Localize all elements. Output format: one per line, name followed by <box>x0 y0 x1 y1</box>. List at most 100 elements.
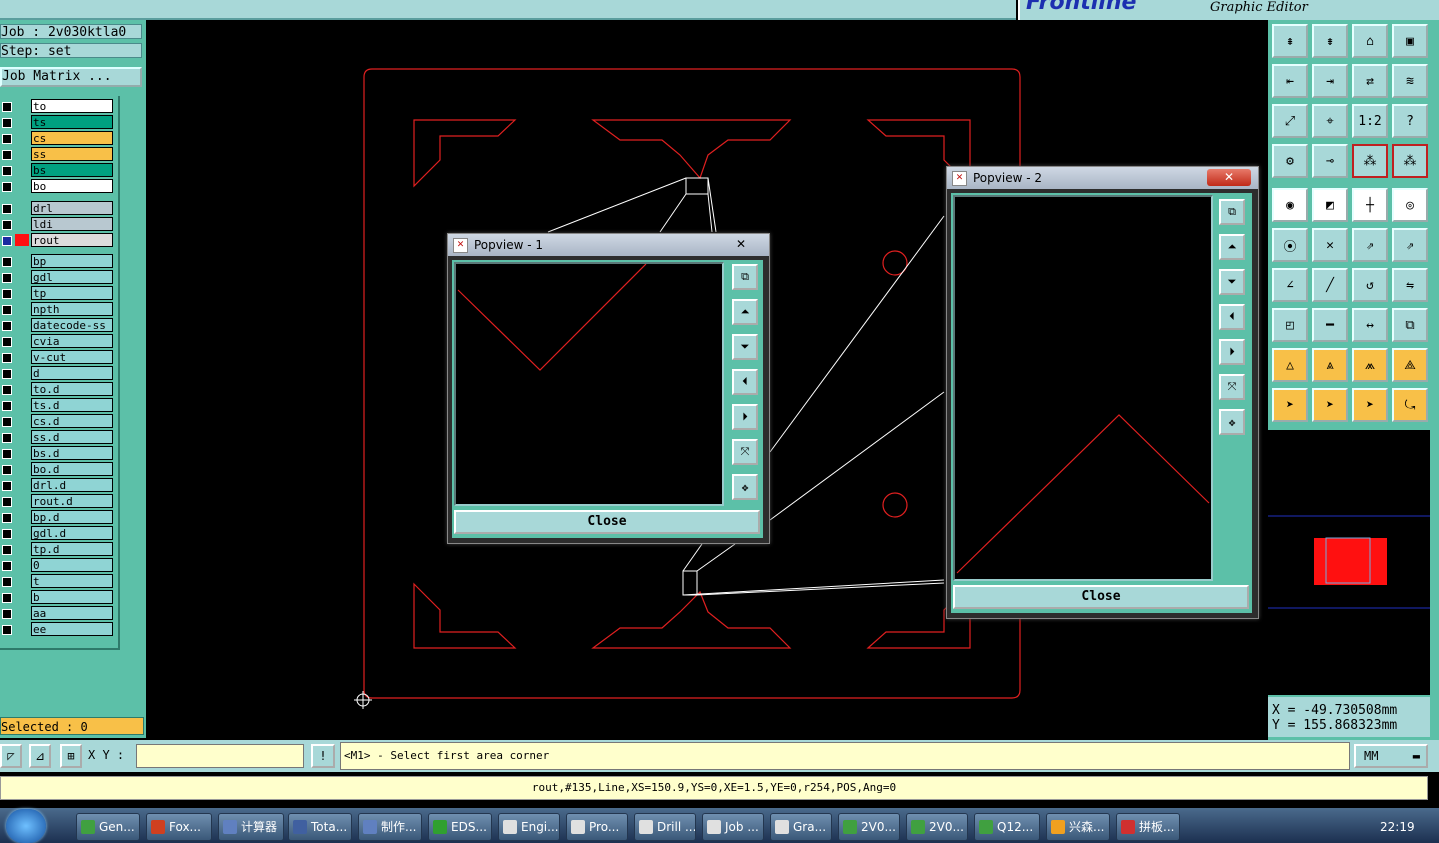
layer-row[interactable]: datecode-ss <box>0 318 116 333</box>
group-icon[interactable]: ⧉ <box>1392 308 1428 342</box>
move-point2-icon[interactable]: ⇗ <box>1392 228 1428 262</box>
layer-checkbox[interactable] <box>2 118 12 128</box>
layer-checkbox[interactable] <box>2 433 12 443</box>
taskbar-button[interactable]: Gen... <box>76 813 140 841</box>
layer-checkbox[interactable] <box>2 166 12 176</box>
layer-row[interactable]: rout <box>0 233 116 248</box>
scroll-icon[interactable]: ≋ <box>1392 64 1428 98</box>
layer-checkbox[interactable] <box>2 257 12 267</box>
ratio-icon[interactable]: 1:2 <box>1352 104 1388 138</box>
layer-row[interactable]: to.d <box>0 382 116 397</box>
taskbar-button[interactable]: 2V0... <box>906 813 968 841</box>
zoom-area-button[interactable]: ◸ <box>0 744 22 768</box>
popview-2-view[interactable] <box>953 195 1213 581</box>
close-icon[interactable]: ✕ <box>720 236 762 253</box>
page-up-icon[interactable]: ⇞ <box>1272 24 1308 58</box>
pan-left-icon[interactable]: ⏴ <box>732 369 758 395</box>
triangle-icon[interactable]: △ <box>1272 348 1308 382</box>
start-button[interactable] <box>6 809 46 843</box>
layer-row[interactable]: cs <box>0 131 116 146</box>
taskbar-button[interactable]: Pro... <box>566 813 628 841</box>
layer-row[interactable]: bs <box>0 163 116 178</box>
layer-checkbox[interactable] <box>2 102 12 112</box>
measure-button[interactable]: ⊿ <box>29 744 51 768</box>
layer-row[interactable]: aa <box>0 606 116 621</box>
taskbar-button[interactable]: Job ... <box>702 813 764 841</box>
move-point-icon[interactable]: ⇗ <box>1352 228 1388 262</box>
home-icon[interactable]: ⌂ <box>1352 24 1388 58</box>
job-matrix-button[interactable]: Job Matrix ... <box>0 67 142 87</box>
layer-checkbox[interactable] <box>2 337 12 347</box>
popview-1-close-button[interactable]: Close <box>454 510 760 534</box>
zoom-in-icon[interactable]: ⤧ <box>1219 374 1245 400</box>
add-line-icon[interactable]: ◩ <box>1312 188 1348 222</box>
layer-checkbox[interactable] <box>2 577 12 587</box>
zoom-out-icon[interactable]: ✥ <box>1219 409 1245 435</box>
fit-icon[interactable]: ⤢ <box>1272 104 1308 138</box>
layer-row[interactable]: ts.d <box>0 398 116 413</box>
zoom-fit-icon[interactable]: ⧉ <box>732 264 758 290</box>
layer-row[interactable]: 0 <box>0 558 116 573</box>
layer-checkbox[interactable] <box>2 593 12 603</box>
taskbar-button[interactable]: 计算器 <box>218 813 284 841</box>
layer-checkbox[interactable] <box>2 465 12 475</box>
taskbar-button[interactable]: Q12... <box>974 813 1040 841</box>
pan-right-icon[interactable]: ⏵ <box>1219 339 1245 365</box>
layer-checkbox[interactable] <box>2 385 12 395</box>
layer-checkbox[interactable] <box>2 449 12 459</box>
angle-icon[interactable]: ∠ <box>1272 268 1308 302</box>
layer-checkbox[interactable] <box>2 289 12 299</box>
layer-checkbox[interactable] <box>2 497 12 507</box>
add-pad-icon[interactable]: ◉ <box>1272 188 1308 222</box>
cross-icon[interactable]: ✕ <box>1312 228 1348 262</box>
triangle3-icon[interactable]: ⩕ <box>1352 348 1388 382</box>
pan-right-icon[interactable]: ⏵ <box>732 404 758 430</box>
layer-checkbox[interactable] <box>2 529 12 539</box>
pointer2-icon[interactable]: ➤ <box>1312 388 1348 422</box>
line-icon[interactable]: ╱ <box>1312 268 1348 302</box>
select-pad-icon[interactable]: ◰ <box>1272 308 1308 342</box>
layer-row[interactable]: bo.d <box>0 462 116 477</box>
help-icon[interactable]: ? <box>1392 104 1428 138</box>
full-view-icon[interactable]: ▣ <box>1392 24 1428 58</box>
layer-row[interactable]: ldi <box>0 217 116 232</box>
swap-icon[interactable]: ⇄ <box>1352 64 1388 98</box>
zoom-in-icon[interactable]: ⤧ <box>732 439 758 465</box>
taskbar-button[interactable]: Fox... <box>146 813 212 841</box>
taskbar-button[interactable]: Engi... <box>498 813 560 841</box>
layer-row[interactable]: drl <box>0 201 116 216</box>
popview-1-view[interactable] <box>454 262 724 506</box>
taskbar-button[interactable]: Gra... <box>770 813 832 841</box>
xy-input[interactable] <box>136 744 304 768</box>
layer-checkbox[interactable] <box>2 321 12 331</box>
layer-checkbox[interactable] <box>2 305 12 315</box>
page-down-icon[interactable]: ⇟ <box>1312 24 1348 58</box>
pointer-icon[interactable]: ➤ <box>1272 388 1308 422</box>
layer-checkbox[interactable] <box>2 204 12 214</box>
layer-row[interactable]: drl.d <box>0 478 116 493</box>
triangle4-icon[interactable]: ⟁ <box>1392 348 1428 382</box>
layer-checkbox[interactable] <box>2 353 12 363</box>
layer-checkbox[interactable] <box>2 625 12 635</box>
dash-icon[interactable]: ━ <box>1312 308 1348 342</box>
arc-icon[interactable]: ↺ <box>1352 268 1388 302</box>
layer-checkbox[interactable] <box>2 545 12 555</box>
unit-select[interactable]: MM ▬ <box>1354 744 1428 768</box>
overview-map[interactable] <box>1268 430 1430 695</box>
layer-checkbox[interactable] <box>2 369 12 379</box>
alert-button[interactable]: ! <box>311 744 335 768</box>
layer-row[interactable]: rout.d <box>0 494 116 509</box>
layer-row[interactable]: gdl <box>0 270 116 285</box>
center-icon[interactable]: ⌖ <box>1312 104 1348 138</box>
measure-icon[interactable]: ↔ <box>1352 308 1388 342</box>
pan-down-icon[interactable]: ⏷ <box>1219 269 1245 295</box>
layer-row[interactable]: gdl.d <box>0 526 116 541</box>
layer-row[interactable]: to <box>0 99 116 114</box>
close-icon[interactable]: ✕ <box>1207 169 1251 186</box>
node-icon[interactable]: ⦿ <box>1272 228 1308 262</box>
taskbar-button[interactable]: 兴森... <box>1046 813 1110 841</box>
taskbar-button[interactable]: EDS... <box>428 813 492 841</box>
layer-row[interactable]: t <box>0 574 116 589</box>
layer-row[interactable]: d <box>0 366 116 381</box>
layer-row[interactable]: bo <box>0 179 116 194</box>
